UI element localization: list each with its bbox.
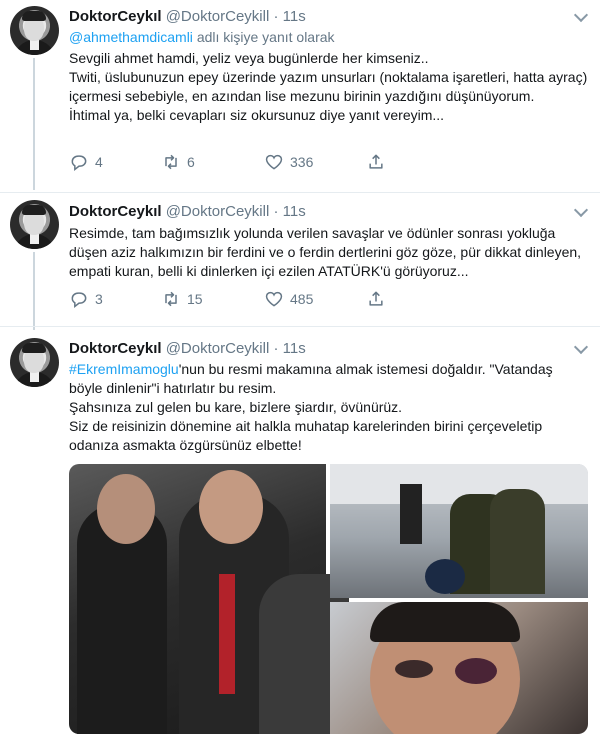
share-icon (369, 154, 383, 169)
retweet-icon (165, 291, 177, 307)
photo-figure (455, 658, 497, 684)
share-icon (369, 291, 383, 306)
tweet-paragraph: Siz de reisinizin dönemine ait halkla mu… (69, 418, 543, 453)
like-button[interactable]: 336 (264, 152, 313, 172)
tweet-text: Resimde, tam bağımsızlık yolunda verilen… (69, 224, 589, 281)
tweet-header: DoktorCeykıl @DoktorCeykill · 11s (69, 340, 306, 357)
photo-figure (400, 484, 422, 544)
tweet-paragraph: Resimde, tam bağımsızlık yolunda verilen… (69, 225, 582, 279)
like-count: 485 (290, 291, 314, 307)
reply-button[interactable]: 4 (69, 152, 103, 172)
timestamp[interactable]: 11s (283, 340, 306, 357)
photo-figure (199, 470, 263, 544)
media-photo-top-right[interactable] (330, 464, 588, 598)
like-count: 336 (290, 154, 314, 170)
tweet-paragraph: Sevgili ahmet hamdi, yeliz veya bugünler… (69, 50, 429, 66)
avatar[interactable] (10, 6, 59, 55)
photo-figure (219, 574, 235, 694)
timestamp[interactable]: 11s (283, 8, 306, 25)
display-name[interactable]: DoktorCeykıl (69, 8, 162, 25)
tweet-1[interactable]: DoktorCeykıl @DoktorCeykill · 11s @ahmet… (0, 0, 600, 190)
reply-icon (71, 292, 87, 309)
retweet-icon (165, 154, 177, 170)
photo-figure (490, 489, 545, 594)
handle[interactable]: @DoktorCeykill (166, 340, 270, 357)
tweet-paragraph: #EkremImamoglu'nun bu resmi makamına alm… (69, 360, 589, 398)
tweet-paragraph: Şahsınıza zul gelen bu kare, bizlere şia… (69, 399, 403, 415)
reply-to-link[interactable]: @ahmethamdicamli (69, 29, 193, 45)
reply-button[interactable]: 3 (69, 289, 103, 309)
heart-icon (265, 154, 283, 170)
display-name[interactable]: DoktorCeykıl (69, 340, 162, 357)
reply-to-label: adlı kişiye yanıt olarak (196, 29, 335, 45)
chevron-down-icon[interactable] (573, 202, 589, 218)
handle[interactable]: @DoktorCeykill (166, 8, 270, 25)
photo-figure (97, 474, 155, 544)
media-photo-bottom-right[interactable] (330, 602, 588, 734)
photo-figure (395, 660, 433, 678)
tweet-divider (0, 326, 600, 327)
separator-dot: · (273, 340, 279, 357)
tweet-header: DoktorCeykıl @DoktorCeykill · 11s (69, 8, 306, 25)
thread-line (33, 58, 35, 190)
avatar[interactable] (10, 338, 59, 387)
tweet-paragraph: Twiti, üslubunuzun epey üzerinde yazım u… (69, 69, 588, 104)
tweet-media-grid[interactable] (69, 464, 588, 734)
chevron-down-icon[interactable] (573, 7, 589, 23)
like-button[interactable]: 485 (264, 289, 313, 309)
tweet-paragraph: İhtimal ya, belki cevapları siz okursunu… (69, 107, 445, 123)
tweet-text: #EkremImamoglu'nun bu resmi makamına alm… (69, 360, 589, 455)
tweet-2[interactable]: DoktorCeykıl @DoktorCeykill · 11s Resimd… (0, 196, 600, 330)
hashtag-link[interactable]: #EkremImamoglu (69, 361, 179, 377)
reply-context: @ahmethamdicamli adlı kişiye yanıt olara… (69, 29, 335, 45)
separator-dot: · (273, 203, 279, 220)
separator-dot: · (273, 8, 279, 25)
share-button[interactable] (366, 152, 386, 172)
tweet-divider (0, 192, 600, 193)
media-photo-left[interactable] (69, 464, 349, 734)
retweet-count: 6 (187, 154, 195, 170)
photo-figure (425, 559, 465, 594)
tweet-header: DoktorCeykıl @DoktorCeykill · 11s (69, 203, 306, 220)
display-name[interactable]: DoktorCeykıl (69, 203, 162, 220)
share-button[interactable] (366, 289, 386, 309)
reply-icon (71, 155, 87, 172)
avatar[interactable] (10, 200, 59, 249)
reply-count: 4 (95, 154, 103, 170)
retweet-button[interactable]: 15 (161, 289, 203, 309)
handle[interactable]: @DoktorCeykill (166, 203, 270, 220)
chevron-down-icon[interactable] (573, 339, 589, 355)
retweet-count: 15 (187, 291, 203, 307)
timestamp[interactable]: 11s (283, 203, 306, 220)
retweet-button[interactable]: 6 (161, 152, 195, 172)
photo-figure (370, 602, 520, 642)
tweet-text: Sevgili ahmet hamdi, yeliz veya bugünler… (69, 49, 589, 125)
thread-line (33, 252, 35, 330)
reply-count: 3 (95, 291, 103, 307)
tweet-3[interactable]: DoktorCeykıl @DoktorCeykill · 11s #Ekrem… (0, 334, 600, 734)
heart-icon (265, 291, 283, 307)
